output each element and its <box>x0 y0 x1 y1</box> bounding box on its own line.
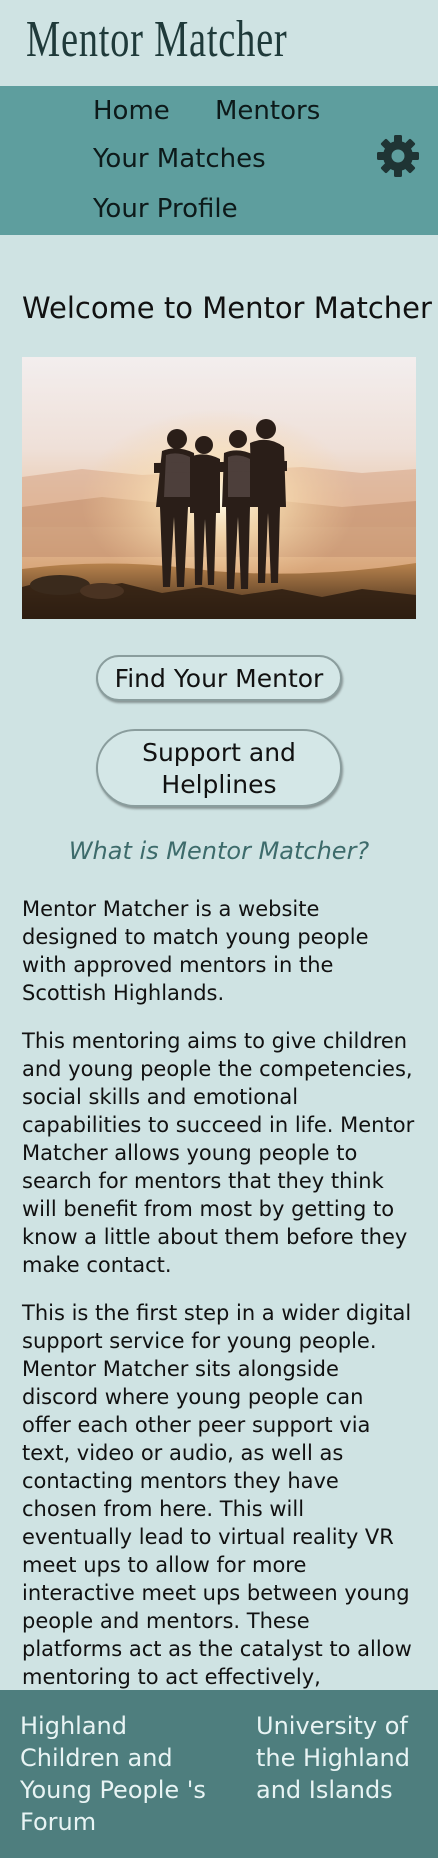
aims-paragraph: This mentoring aims to give children and… <box>22 1029 415 1277</box>
gear-icon[interactable] <box>376 134 420 178</box>
site-logo[interactable]: Mentor Matcher <box>26 10 287 69</box>
hero-image <box>22 357 416 619</box>
main-nav: Home Mentors Your Matches Your Profile <box>0 86 438 235</box>
nav-link-your-matches[interactable]: Your Matches <box>93 144 266 174</box>
site-footer: Highland Children and Young People 's Fo… <box>0 1690 438 1858</box>
page-title: Welcome to Mentor Matcher <box>22 291 432 325</box>
footer-link-highland-forum[interactable]: Highland Children and Young People 's Fo… <box>20 1710 230 1838</box>
site-header: Mentor Matcher <box>0 0 438 86</box>
intro-paragraph: Mentor Matcher is a website designed to … <box>22 897 369 1005</box>
nav-link-your-profile[interactable]: Your Profile <box>93 194 238 224</box>
nav-link-home[interactable]: Home <box>93 96 170 126</box>
section-heading: What is Mentor Matcher? <box>68 837 370 865</box>
support-helplines-button[interactable]: Support and Helplines <box>96 729 342 807</box>
nav-link-mentors[interactable]: Mentors <box>215 96 320 126</box>
footer-link-university[interactable]: University of the Highland and Islands <box>256 1710 426 1806</box>
main-content: Welcome to Mentor Matcher Find Your Ment… <box>0 291 438 1775</box>
find-mentor-button[interactable]: Find Your Mentor <box>96 655 342 701</box>
